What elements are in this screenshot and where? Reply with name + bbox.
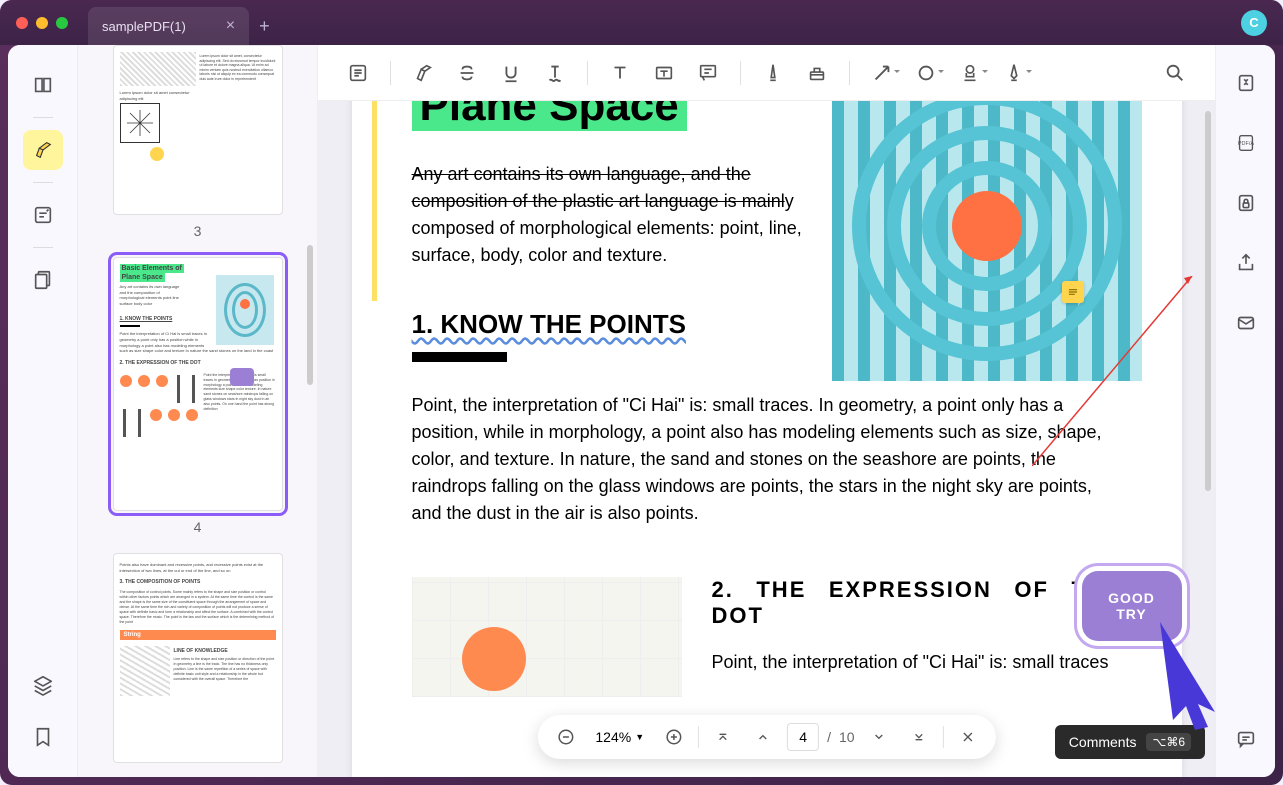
thumbnail-page-3[interactable]: Lorem ipsum dolor sit amet consectetur a…: [98, 45, 297, 239]
document-scrollbar[interactable]: [1205, 111, 1211, 491]
close-tab-button[interactable]: ×: [226, 17, 235, 35]
new-tab-button[interactable]: +: [259, 16, 270, 37]
comments-tooltip: Comments ⌥⌘6: [1055, 725, 1205, 759]
note-tool-icon[interactable]: [338, 53, 378, 93]
thumbnail-page-5[interactable]: Points also have dominant and recessive …: [98, 553, 297, 763]
pdfa-icon[interactable]: PDF/A: [1228, 125, 1264, 161]
share-icon[interactable]: [1228, 245, 1264, 281]
document-viewport[interactable]: Plane Space Any art contains its own lan…: [318, 101, 1215, 777]
eraser-tool-icon[interactable]: [797, 53, 837, 93]
intro-paragraph: Any art contains its own language, and t…: [412, 161, 812, 269]
bookmark-icon[interactable]: [23, 717, 63, 757]
section2-image: [412, 577, 682, 697]
maximize-window-button[interactable]: [56, 17, 68, 29]
search-icon[interactable]: [1155, 53, 1195, 93]
pages-tool-icon[interactable]: [23, 260, 63, 300]
main-area: Plane Space Any art contains its own lan…: [318, 45, 1215, 777]
thumbnail-panel: Lorem ipsum dolor sit amet consectetur a…: [78, 45, 318, 777]
layers-icon[interactable]: [23, 665, 63, 705]
section1-body: Point, the interpretation of "Ci Hai" is…: [412, 392, 1122, 527]
page-number-input[interactable]: [787, 723, 819, 751]
thumbnail-label: 3: [194, 223, 202, 239]
window-controls: [16, 17, 68, 29]
prev-page-button[interactable]: [747, 721, 779, 753]
section2-heading: 2. THE EXPRESSION OF THE DOT: [712, 577, 1122, 629]
highlighter-tool-icon[interactable]: [23, 130, 63, 170]
svg-text:PDF/A: PDF/A: [1237, 141, 1254, 147]
right-rail: PDF/A: [1215, 45, 1275, 777]
left-rail: [8, 45, 78, 777]
underline-tool-icon[interactable]: [491, 53, 531, 93]
squiggly-tool-icon[interactable]: [535, 53, 575, 93]
signature-tool-icon[interactable]: [994, 53, 1034, 93]
arrow-tool-icon[interactable]: [862, 53, 902, 93]
close-window-button[interactable]: [16, 17, 28, 29]
textbox-tool-icon[interactable]: [644, 53, 684, 93]
good-try-sticker[interactable]: GOOD TRY: [1082, 571, 1182, 641]
titlebar: samplePDF(1) × + C: [0, 0, 1283, 45]
stamp-tool-icon[interactable]: [950, 53, 990, 93]
sticky-note-icon[interactable]: [1062, 281, 1084, 303]
page-controls: 124%▼ / 10: [537, 715, 995, 759]
encrypt-icon[interactable]: [1228, 185, 1264, 221]
highlight-bar: [372, 101, 377, 301]
tab-title: samplePDF(1): [102, 19, 186, 34]
strikethrough-tool-icon[interactable]: [447, 53, 487, 93]
edit-tool-icon[interactable]: [23, 195, 63, 235]
next-page-button[interactable]: [863, 721, 895, 753]
page-slash: /: [827, 729, 831, 745]
mail-icon[interactable]: [1228, 305, 1264, 341]
callout-tool-icon[interactable]: [688, 53, 728, 93]
heading-underline: [412, 352, 507, 362]
page-content: Plane Space Any art contains its own lan…: [352, 101, 1182, 777]
first-page-button[interactable]: [707, 721, 739, 753]
pen-tool-icon[interactable]: [753, 53, 793, 93]
comments-icon[interactable]: [1228, 721, 1264, 757]
thumbnail-label: 4: [194, 519, 202, 535]
page-title: Plane Space: [412, 101, 687, 131]
thumbnail-scrollbar[interactable]: [307, 245, 313, 385]
last-page-button[interactable]: [903, 721, 935, 753]
reading-mode-icon[interactable]: [23, 65, 63, 105]
user-avatar[interactable]: C: [1241, 10, 1267, 36]
compress-icon[interactable]: [1228, 65, 1264, 101]
thumbnail-page-4[interactable]: Basic Elements of Plane Space Any art co…: [98, 257, 297, 535]
document-tab[interactable]: samplePDF(1) ×: [88, 7, 249, 45]
highlight-tool-icon[interactable]: [403, 53, 443, 93]
close-controls-button[interactable]: [952, 721, 984, 753]
zoom-in-button[interactable]: [658, 721, 690, 753]
section2-body: Point, the interpretation of "Ci Hai" is…: [712, 649, 1122, 676]
zoom-out-button[interactable]: [549, 721, 581, 753]
shape-tool-icon[interactable]: [906, 53, 946, 93]
zoom-level[interactable]: 124%▼: [589, 729, 650, 745]
page-hero-image: [832, 101, 1142, 381]
minimize-window-button[interactable]: [36, 17, 48, 29]
text-tool-icon[interactable]: [600, 53, 640, 93]
annotation-toolbar: [318, 45, 1215, 101]
page-total: 10: [839, 729, 855, 745]
